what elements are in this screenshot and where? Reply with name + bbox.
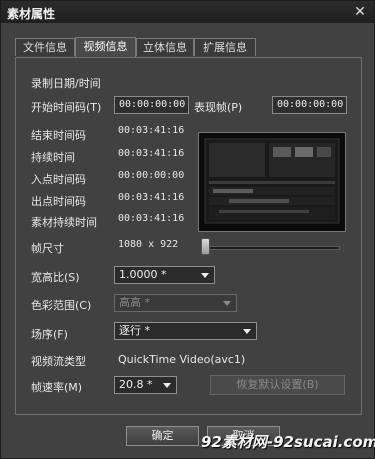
tab-stereo-info[interactable]: 立体信息 [136,38,194,56]
close-icon[interactable]: ✕ [352,4,368,20]
in-point-value: 00:00:00:00 [118,170,185,181]
end-timecode-label: 结束时间码 [31,129,86,142]
clip-duration-value: 00:03:41:16 [118,213,185,224]
clip-properties-dialog: 素材属性 ✕ 文件信息 视频信息 立体信息 扩展信息 录制日期/时间 开始时间码… [0,0,375,459]
restore-defaults-button: 恢复默认设置(B) [210,375,345,395]
color-range-label: 色彩范围(C) [31,299,92,312]
frame-rate-value: 20.8 * [119,378,153,391]
tab-file-info[interactable]: 文件信息 [15,38,75,56]
field-order-dropdown[interactable]: 逐行 * [114,322,257,340]
chevron-down-icon [201,273,209,278]
display-frame-field[interactable]: 00:00:00:00 [272,96,347,114]
window-title: 素材属性 [7,7,56,21]
title-bar: 素材属性 ✕ [1,1,374,23]
frame-size-label: 帧尺寸 [31,242,64,255]
tab-extended-info[interactable]: 扩展信息 [194,38,256,56]
out-point-value: 00:03:41:16 [118,192,185,203]
tab-video-info[interactable]: 视频信息 [75,37,136,57]
out-point-label: 出点时间码 [31,195,86,208]
in-point-label: 入点时间码 [31,173,86,186]
chevron-down-icon [163,383,171,388]
clip-preview-thumbnail [198,132,346,232]
display-frame-label: 表现帧(P) [194,101,243,114]
aspect-ratio-label: 宽高比(S) [31,271,80,284]
start-timecode-field[interactable]: 00:00:00:00 [114,96,189,114]
start-timecode-label: 开始时间码(T) [31,101,102,114]
aspect-ratio-value: 1.0000 * [119,268,167,281]
record-datetime-label: 录制日期/时间 [31,77,101,90]
frame-rate-dropdown[interactable]: 20.8 * [114,376,177,394]
color-range-value: 高高 * [119,296,150,309]
frame-rate-label: 帧速率(M) [31,381,83,394]
stream-type-value: QuickTime Video(avc1) [118,353,246,366]
duration-value: 00:03:41:16 [118,148,185,159]
color-range-dropdown: 高高 * [114,294,237,312]
clip-duration-label: 素材持续时间 [31,216,97,229]
end-timecode-value: 00:03:41:16 [118,125,185,136]
ok-button[interactable]: 确定 [126,426,199,446]
duration-label: 持续时间 [31,151,75,164]
chevron-down-icon [243,329,251,334]
stream-type-label: 视频流类型 [31,355,86,368]
frame-size-value: 1080 x 922 [118,239,179,250]
chevron-down-icon [223,301,231,306]
field-order-value: 逐行 * [119,324,150,337]
field-order-label: 场序(F) [31,328,68,341]
preview-slider-track[interactable] [204,246,340,250]
preview-image [199,133,345,231]
site-watermark: 92素材网-92sucai.com [201,433,375,451]
preview-slider-handle[interactable] [201,238,210,255]
aspect-ratio-dropdown[interactable]: 1.0000 * [114,266,215,284]
